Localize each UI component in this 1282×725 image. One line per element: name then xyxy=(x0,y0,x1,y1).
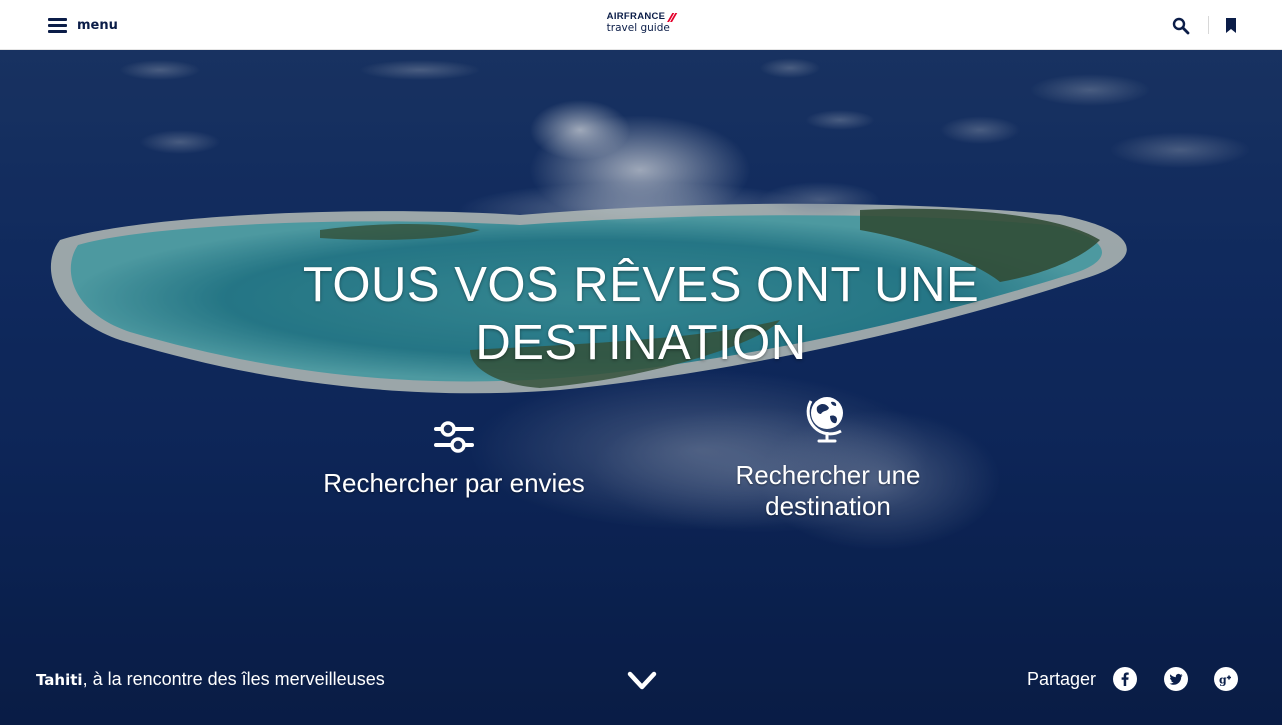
twitter-icon xyxy=(1169,673,1183,685)
globe-icon xyxy=(806,397,843,443)
facebook-icon xyxy=(1121,672,1129,686)
search-icon[interactable] xyxy=(1172,17,1190,35)
sliders-icon xyxy=(434,421,474,453)
svg-text:g: g xyxy=(1219,674,1227,687)
top-header: menu AIRFRANCE travel guide xyxy=(0,0,1282,50)
menu-label: menu xyxy=(77,17,118,33)
bookmark-icon[interactable] xyxy=(1224,17,1238,35)
search-by-mood-button[interactable]: Rechercher par envies xyxy=(304,418,604,499)
header-divider xyxy=(1208,16,1209,34)
airfrance-logo[interactable]: AIRFRANCE travel guide xyxy=(606,11,677,34)
twitter-share-button[interactable] xyxy=(1164,667,1188,691)
caption-text: , à la rencontre des îles merveilleuses xyxy=(82,669,385,689)
chevron-down-icon[interactable] xyxy=(626,670,658,692)
hero-section: TOUS VOS RÊVES ONT UNE DESTINATION Reche… xyxy=(0,50,1282,725)
caption-place: Tahiti xyxy=(36,671,83,689)
facebook-share-button[interactable] xyxy=(1113,667,1137,691)
hamburger-icon xyxy=(48,17,67,33)
search-destination-label: Rechercher une destination xyxy=(735,460,921,521)
photo-caption: Tahiti, à la rencontre des îles merveill… xyxy=(36,669,385,690)
search-destination-button[interactable]: Rechercher une destination xyxy=(708,390,948,522)
menu-button[interactable]: menu xyxy=(48,15,118,35)
logo-stripe-icon xyxy=(666,13,677,22)
search-by-mood-label: Rechercher par envies xyxy=(323,468,585,498)
share-label: Partager xyxy=(1027,669,1097,689)
logo-subtitle: travel guide xyxy=(606,22,670,34)
logo-brand-text: AIRFRANCE xyxy=(606,11,666,22)
hero-headline: TOUS VOS RÊVES ONT UNE DESTINATION xyxy=(302,258,980,370)
google-plus-icon: g xyxy=(1219,674,1231,687)
google-plus-share-button[interactable]: g xyxy=(1214,667,1238,691)
